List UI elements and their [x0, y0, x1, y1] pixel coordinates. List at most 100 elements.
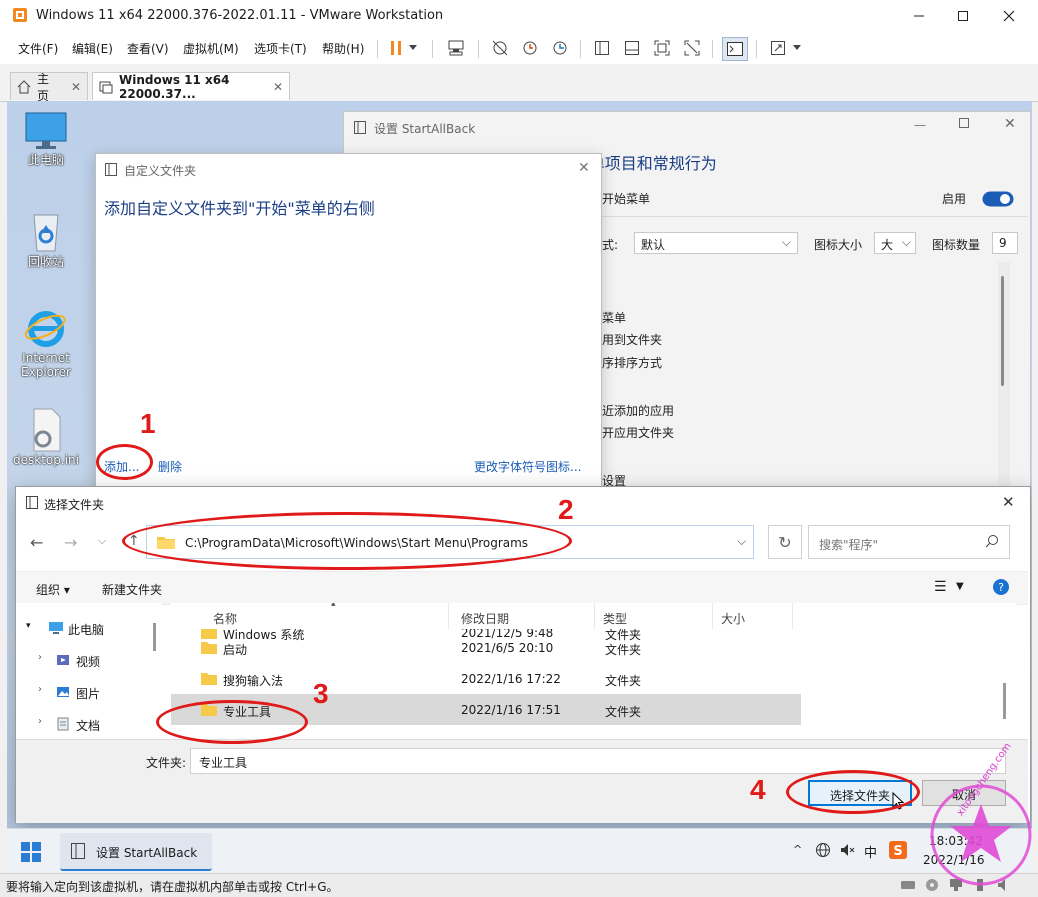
chevron-up-icon[interactable]: ^	[793, 843, 802, 856]
scrollbar[interactable]	[998, 262, 1010, 498]
chevron-down-icon[interactable]	[406, 37, 420, 59]
windows-start-icon[interactable]	[21, 842, 41, 862]
chevron-down-icon[interactable]: ▼	[956, 581, 964, 592]
desktop-icon-internet-explorer[interactable]: Internet Explorer	[11, 307, 81, 379]
option-line: 近添加的应用	[602, 404, 675, 418]
chevron-right-icon[interactable]: ›	[38, 684, 42, 695]
list-item[interactable]: 启动 2021/6/5 20:10 文件夹	[171, 632, 801, 663]
list-item[interactable]: 搜狗输入法 2022/1/16 17:22 文件夹	[171, 663, 801, 694]
chevron-expanded-icon[interactable]: ▾	[26, 621, 31, 631]
tab-close-icon[interactable]: ✕	[273, 80, 283, 94]
network-icon[interactable]	[815, 842, 831, 858]
icon-size-label: 图标大小	[814, 238, 863, 252]
desktop-icon-desktop-ini[interactable]: desktop.ini	[11, 407, 81, 467]
thumbnail-view-icon[interactable]	[620, 37, 644, 59]
close-button[interactable]	[986, 4, 1032, 28]
menu-view[interactable]: 查看(V)	[127, 40, 169, 57]
refresh-icon[interactable]: ↻	[768, 525, 802, 559]
hdd-status-icon[interactable]	[900, 878, 916, 892]
change-icon-link[interactable]: 更改字体符号图标...	[474, 458, 581, 475]
organize-button[interactable]: 组织 ▾	[36, 581, 70, 598]
enable-toggle[interactable]	[982, 191, 1014, 207]
delete-link[interactable]: 删除	[158, 458, 182, 475]
nav-item-documents[interactable]: › 文档	[16, 709, 161, 739]
home-icon	[17, 79, 31, 94]
custom-folders-title: 自定义文件夹	[124, 164, 197, 178]
tab-vm[interactable]: Windows 11 x64 22000.37... ✕	[92, 72, 290, 101]
video-icon	[56, 653, 70, 667]
unity-icon[interactable]	[680, 37, 704, 59]
library-view-icon[interactable]	[590, 37, 614, 59]
snapshot-manager-icon[interactable]	[548, 37, 572, 59]
new-folder-button[interactable]: 新建文件夹	[102, 581, 162, 598]
close-icon[interactable]: ✕	[578, 160, 590, 176]
recent-locations-chevron-icon[interactable]: ⌵	[98, 534, 106, 548]
recycle-bin-icon	[24, 209, 68, 253]
sogou-ime-icon[interactable]: S	[889, 841, 907, 859]
menu-help[interactable]: 帮助(H)	[322, 40, 364, 57]
back-arrow-icon[interactable]: ←	[30, 533, 43, 552]
chevron-right-icon[interactable]: ›	[38, 652, 42, 663]
toolbar-separator	[712, 40, 713, 58]
column-size[interactable]: 大小	[713, 603, 793, 629]
chevron-down-icon[interactable]	[790, 37, 804, 59]
nav-item-videos[interactable]: › 视频	[16, 645, 161, 675]
style-select[interactable]: 默认 ⌵	[634, 232, 798, 254]
view-options-icon[interactable]: ☰	[934, 579, 947, 595]
search-icon[interactable]	[985, 534, 999, 548]
close-icon[interactable]: ✕	[1004, 116, 1016, 132]
pause-icon[interactable]	[384, 37, 408, 59]
nav-scrollbar-thumb[interactable]	[153, 623, 156, 651]
folder-name-value: 专业工具	[199, 756, 248, 770]
scrollbar-thumb[interactable]	[1001, 276, 1004, 386]
icon-size-select[interactable]: 大 ⌵	[874, 232, 916, 254]
toolbar-separator	[432, 40, 433, 58]
desktop-icon-this-pc[interactable]: 此电脑	[11, 111, 81, 168]
minimize-button[interactable]	[896, 4, 942, 28]
list-scrollbar-thumb[interactable]	[1003, 683, 1006, 719]
desktop-icon-recycle-bin[interactable]: 回收站	[11, 209, 81, 270]
send-ctrl-alt-del-icon[interactable]	[444, 37, 468, 59]
column-modified[interactable]: 修改日期	[453, 603, 595, 629]
window-title: Windows 11 x64 22000.376-2022.01.11 - VM…	[36, 8, 444, 23]
forward-arrow-icon[interactable]: →	[64, 533, 77, 552]
network-disconnect-icon[interactable]	[488, 37, 512, 59]
help-icon[interactable]: ?	[992, 578, 1010, 596]
tab-home[interactable]: 主页 ✕	[10, 72, 88, 103]
menu-tabs[interactable]: 选项卡(T)	[254, 40, 307, 57]
item-type: 文件夹	[605, 705, 642, 719]
nav-item-pictures[interactable]: › 图片	[16, 677, 161, 707]
menu-vm[interactable]: 虚拟机(M)	[183, 40, 239, 57]
folder-name-input[interactable]: 专业工具	[190, 748, 1006, 774]
folder-icon	[201, 672, 217, 685]
maximize-icon[interactable]	[958, 117, 970, 129]
stretch-guest-icon[interactable]	[766, 37, 790, 59]
toolbar-separator	[756, 40, 757, 58]
ime-indicator[interactable]: 中	[864, 842, 877, 861]
search-box[interactable]: 搜索"程序"	[808, 525, 1010, 559]
menu-edit[interactable]: 编辑(E)	[72, 40, 113, 57]
chevron-down-icon: ⌵	[901, 235, 911, 249]
desktop-icon-label: 回收站	[27, 255, 64, 269]
taskbar-app-startallback[interactable]: 设置 StartAllBack	[60, 833, 212, 871]
console-view-icon[interactable]	[722, 37, 748, 61]
monitor-icon	[48, 621, 64, 635]
snapshot-revert-icon[interactable]	[518, 37, 542, 59]
chevron-right-icon[interactable]: ›	[38, 716, 42, 727]
fullscreen-icon[interactable]	[650, 37, 674, 59]
icon-count-label: 图标数量	[932, 238, 981, 252]
tab-close-icon[interactable]: ✕	[71, 80, 81, 94]
volume-muted-icon[interactable]	[839, 842, 855, 858]
chevron-down-icon[interactable]: ⌵	[737, 534, 746, 549]
picture-icon	[56, 685, 70, 699]
menu-file[interactable]: 文件(F)	[18, 40, 58, 57]
close-icon[interactable]: ✕	[1002, 493, 1015, 511]
guest-desktop[interactable]: 此电脑 回收站 Internet Explorer desktop.ini 设置…	[7, 101, 1032, 873]
maximize-button[interactable]	[940, 4, 986, 28]
column-type[interactable]: 类型	[595, 603, 713, 629]
icon-size-value: 大	[881, 238, 894, 252]
column-name[interactable]: 名称	[205, 603, 449, 629]
minimize-icon[interactable]: —	[914, 118, 926, 132]
nav-item-this-pc[interactable]: ▾ 此电脑	[16, 613, 161, 643]
icon-count-input[interactable]: 9	[992, 232, 1018, 254]
